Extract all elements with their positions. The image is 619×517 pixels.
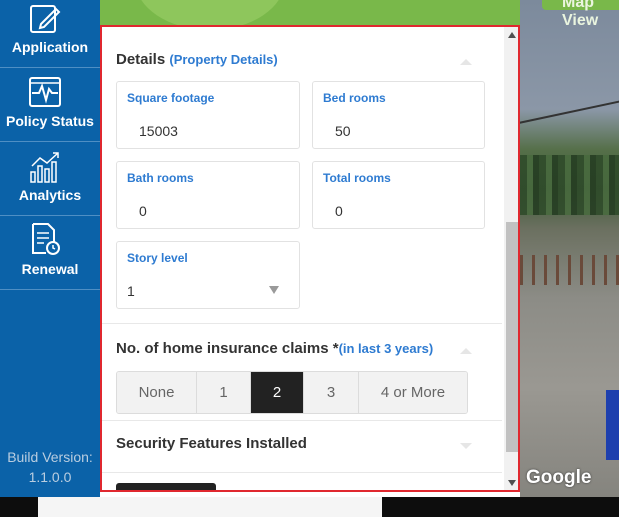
power-line [520, 96, 619, 126]
analytics-icon [30, 152, 59, 183]
story-level-select[interactable]: Story level 1 [116, 241, 300, 309]
square-footage-label: Square footage [127, 91, 215, 105]
claims-option-4-or-more[interactable]: 4 or More [359, 372, 467, 413]
form-scroll-area[interactable]: Details (Property Details) Square footag… [102, 27, 502, 490]
header-decoration [135, 0, 285, 26]
map-view[interactable]: Map View Google [520, 0, 619, 497]
scrollbar-thumb[interactable] [506, 222, 518, 452]
sidebar-item-label: Analytics [18, 187, 82, 203]
total-rooms-field[interactable]: Total rooms 0 [312, 161, 485, 229]
sidebar-item-label: Policy Status [6, 113, 94, 129]
scroll-up-arrow-icon[interactable] [508, 32, 516, 38]
details-title: Details [116, 51, 166, 68]
claims-section-title[interactable]: No. of home insurance claims *(in last 3… [116, 340, 433, 357]
bed-rooms-value[interactable]: 50 [335, 123, 351, 139]
edit-icon [30, 5, 61, 33]
square-footage-field[interactable]: Square footage 15003 [116, 81, 300, 149]
renewal-document-icon [32, 223, 60, 255]
bottom-bar [0, 497, 619, 517]
chevron-up-icon[interactable] [458, 346, 474, 356]
section-divider [102, 323, 502, 324]
header-banner [100, 0, 520, 26]
security-section-title[interactable]: Security Features Installed [116, 435, 307, 452]
sidebar-item-label: Renewal [21, 261, 79, 277]
section-divider [102, 472, 502, 473]
total-rooms-value[interactable]: 0 [335, 203, 343, 219]
details-subtitle: (Property Details) [169, 52, 278, 67]
claims-option-2[interactable]: 2 [251, 372, 304, 413]
dropdown-arrow-icon[interactable] [269, 286, 279, 294]
property-form-panel: Details (Property Details) Square footag… [100, 25, 520, 492]
sidebar-item-label: Application [11, 39, 89, 55]
bath-rooms-field[interactable]: Bath rooms 0 [116, 161, 300, 229]
claims-option-1[interactable]: 1 [197, 372, 251, 413]
claims-option-3[interactable]: 3 [304, 372, 359, 413]
details-section-title[interactable]: Details (Property Details) [116, 51, 278, 68]
bath-rooms-label: Bath rooms [127, 171, 194, 185]
bottom-bar-segment [38, 497, 382, 517]
next-section-button[interactable] [116, 483, 216, 490]
sidebar-item-application[interactable]: Application [0, 0, 100, 68]
sidebar-item-renewal[interactable]: Renewal [0, 216, 100, 290]
chevron-down-icon[interactable] [458, 441, 474, 451]
build-version-number: 1.1.0.0 [28, 469, 72, 485]
claims-option-none[interactable]: None [117, 372, 197, 413]
bed-rooms-label: Bed rooms [323, 91, 386, 105]
app-screen: Application Policy Status Analytics Rene… [0, 0, 619, 517]
story-level-value[interactable]: 1 [127, 283, 135, 299]
street-sign [606, 390, 619, 460]
sidebar-item-policy-status[interactable]: Policy Status [0, 68, 100, 142]
chevron-up-icon[interactable] [458, 57, 474, 67]
claims-count-selector: None 1 2 3 4 or More [116, 371, 468, 414]
section-divider [102, 420, 502, 421]
fence [520, 255, 619, 285]
bath-rooms-value[interactable]: 0 [139, 203, 147, 219]
sidebar-item-analytics[interactable]: Analytics [0, 142, 100, 216]
scroll-down-arrow-icon[interactable] [508, 480, 516, 486]
sidebar: Application Policy Status Analytics Rene… [0, 0, 100, 497]
total-rooms-label: Total rooms [323, 171, 391, 185]
map-view-tab[interactable]: Map View [542, 0, 619, 29]
claims-subtitle: (in last 3 years) [338, 341, 434, 356]
claims-title: No. of home insurance claims * [116, 340, 339, 357]
pulse-icon [29, 77, 61, 107]
tree-line [520, 155, 619, 215]
vertical-scrollbar[interactable] [504, 27, 518, 490]
square-footage-value[interactable]: 15003 [139, 123, 178, 139]
bed-rooms-field[interactable]: Bed rooms 50 [312, 81, 485, 149]
google-logo: Google [526, 467, 592, 488]
build-version-label: Build Version: [7, 449, 93, 465]
story-level-label: Story level [127, 251, 188, 265]
